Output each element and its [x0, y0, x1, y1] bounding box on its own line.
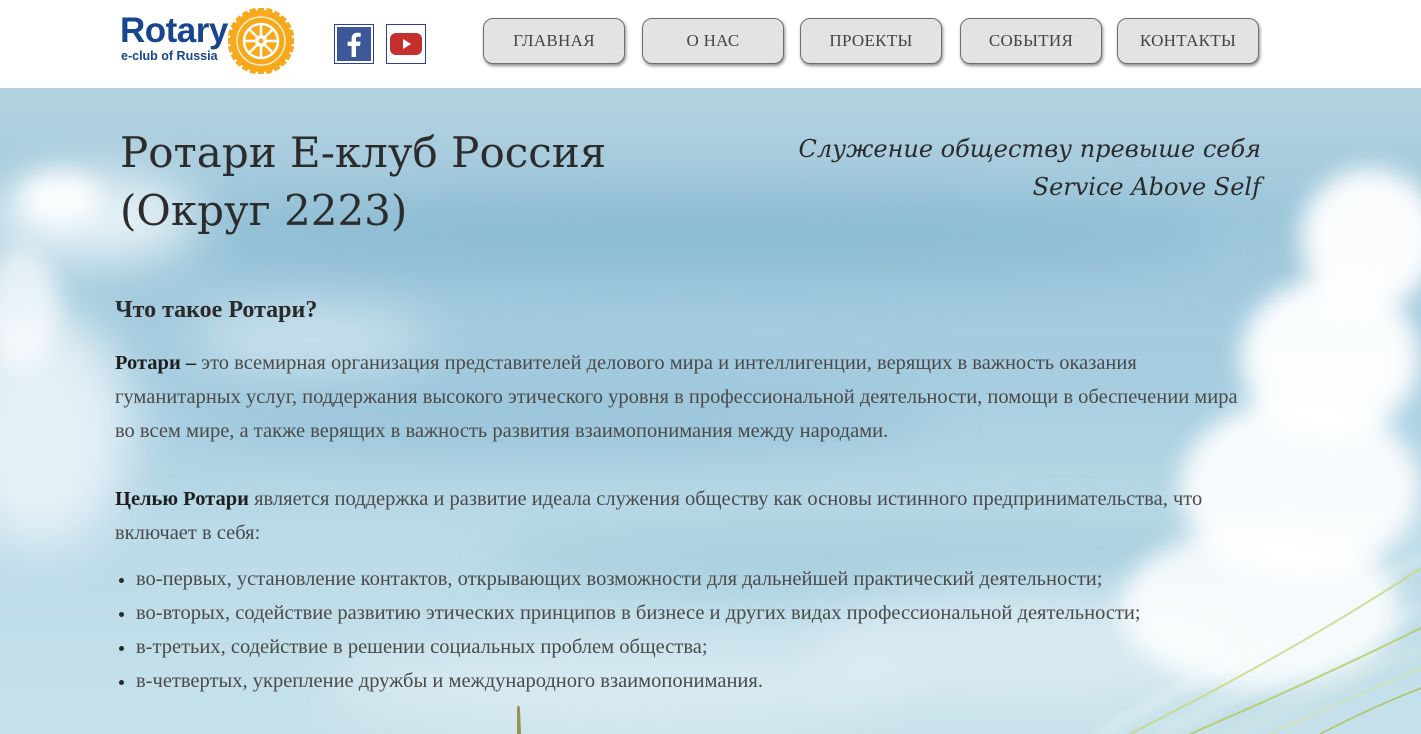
facebook-link[interactable]	[334, 24, 374, 64]
goal-lead: Целью Ротари	[115, 488, 249, 510]
goals-list: во-первых, установление контактов, откры…	[115, 562, 1255, 698]
rotary-logo[interactable]: Rotary e-club of Russia	[120, 8, 298, 74]
definition-lead: Ротари –	[115, 352, 197, 374]
definition-paragraph: Ротари – это всемирная организация предс…	[115, 346, 1255, 448]
youtube-icon	[389, 27, 423, 61]
facebook-icon	[337, 27, 371, 61]
nav-about-button[interactable]: О НАС	[642, 18, 784, 64]
logo-wordmark: Rotary	[120, 11, 228, 50]
goal-text: является поддержка и развитие идеала слу…	[115, 488, 1203, 544]
motto: Служение обществу превыше себя Service A…	[799, 130, 1261, 206]
list-item: в-четвертых, укрепление дружбы и междуна…	[136, 664, 1255, 698]
goal-paragraph: Целью Ротари является поддержка и развит…	[115, 482, 1255, 550]
list-item: во-первых, установление контактов, откры…	[136, 562, 1255, 596]
section-heading: Что такое Ротари?	[115, 297, 318, 323]
about-content: Что такое Ротари? Ротари – это всемирная…	[115, 296, 1255, 698]
title-line-2: (Округ 2223)	[120, 186, 408, 235]
motto-english: Service Above Self	[1032, 173, 1261, 201]
nav-home-button[interactable]: ГЛАВНАЯ	[483, 18, 625, 64]
list-item: в-третьих, содействие в решении социальн…	[136, 630, 1255, 664]
nav-contacts-button[interactable]: КОНТАКТЫ	[1117, 18, 1259, 64]
page-title: Ротари Е-клуб Россия (Округ 2223)	[120, 124, 680, 240]
nav-projects-button[interactable]: ПРОЕКТЫ	[800, 18, 942, 64]
logo-subtitle: e-club of Russia	[121, 49, 218, 63]
title-line-1: Ротари Е-клуб Россия	[120, 128, 607, 177]
rotary-wheel-icon	[228, 8, 294, 74]
list-item: во-вторых, содействие развитию этических…	[136, 596, 1255, 630]
site-header: Rotary e-club of Russia ГЛАВНАЯ О НАС ПР…	[0, 0, 1421, 88]
youtube-link[interactable]	[386, 24, 426, 64]
hero-section: Ротари Е-клуб Россия (Округ 2223) Служен…	[0, 88, 1421, 734]
motto-russian: Служение обществу превыше себя	[798, 135, 1261, 163]
nav-events-button[interactable]: СОБЫТИЯ	[960, 18, 1102, 64]
definition-text: это всемирная организация представителей…	[115, 352, 1238, 442]
